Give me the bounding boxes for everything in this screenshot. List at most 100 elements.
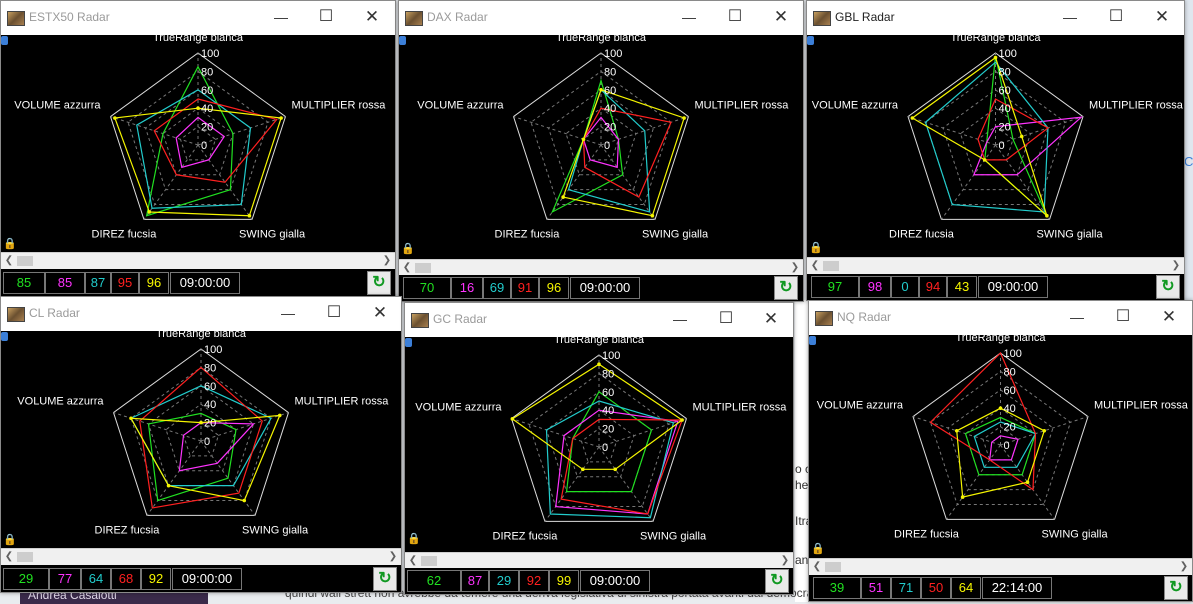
title-bar[interactable]: NQ Radar — ☐ ✕ (809, 301, 1192, 335)
value-cyan: 29 (489, 570, 519, 592)
minimize-icon[interactable]: — (273, 300, 303, 326)
radar-chart: 100 80 60 40 20 0 TrueRange bianca MULTIPLIER r… (417, 35, 789, 240)
title-bar[interactable]: GBL Radar — ☐ ✕ (807, 1, 1184, 35)
value-red: 91 (511, 277, 539, 299)
scroll-right-icon[interactable]: ❯ (777, 553, 793, 569)
horizontal-scrollbar[interactable]: ❮ ❯ (1, 252, 395, 269)
status-bar: 70 16 69 91 96 09:00:00 ↻ (399, 275, 803, 301)
minimize-icon[interactable]: — (266, 4, 296, 30)
refresh-icon[interactable]: ↻ (765, 569, 789, 593)
horizontal-scrollbar[interactable]: ❮ ❯ (807, 257, 1184, 274)
scroll-thumb[interactable] (415, 263, 431, 273)
minimize-icon[interactable]: — (1062, 304, 1092, 330)
value-red: 50 (921, 577, 951, 599)
horizontal-scrollbar[interactable]: ❮ ❯ (405, 552, 793, 569)
refresh-icon[interactable]: ↻ (373, 567, 397, 591)
data-point (613, 467, 618, 472)
refresh-icon[interactable]: ↻ (1164, 576, 1188, 600)
horizontal-scrollbar[interactable]: ❮ ❯ (1, 548, 401, 565)
title-bar[interactable]: GC Radar — ☐ ✕ (405, 303, 793, 337)
scroll-left-icon[interactable]: ❮ (1, 549, 17, 565)
title-bar[interactable]: ESTX50 Radar — ☐ ✕ (1, 1, 395, 35)
scroll-left-icon[interactable]: ❮ (809, 559, 825, 575)
radar-window-gbl[interactable]: GBL Radar — ☐ ✕ 100 80 60 40 20 0 TrueRange bi… (806, 0, 1185, 301)
maximize-icon[interactable]: ☐ (319, 300, 349, 326)
window-title: CL Radar (29, 306, 80, 320)
title-bar[interactable]: DAX Radar — ☐ ✕ (399, 1, 803, 35)
horizontal-scrollbar[interactable]: ❮ ❯ (399, 259, 803, 276)
refresh-icon[interactable]: ↻ (1156, 275, 1180, 299)
axis-spoke (946, 444, 1001, 520)
title-bar[interactable]: CL Radar — ☐ ✕ (1, 297, 401, 331)
maximize-icon[interactable]: ☐ (711, 306, 741, 332)
maximize-icon[interactable]: ☐ (1101, 4, 1131, 30)
close-icon[interactable]: ✕ (766, 4, 796, 30)
axis-label: SWING gialla (1042, 528, 1109, 540)
tick-label: 80 (604, 66, 616, 78)
radar-window-nq[interactable]: NQ Radar — ☐ ✕ 100 80 60 40 20 0 TrueRange bia… (808, 300, 1193, 602)
maximize-icon[interactable]: ☐ (311, 4, 341, 30)
scroll-left-icon[interactable]: ❮ (399, 260, 415, 276)
minimize-icon[interactable]: — (1055, 4, 1085, 30)
minimize-icon[interactable]: — (674, 4, 704, 30)
scroll-thumb[interactable] (823, 261, 839, 271)
scroll-thumb[interactable] (825, 562, 841, 572)
scroll-right-icon[interactable]: ❯ (787, 260, 803, 276)
close-icon[interactable]: ✕ (1147, 4, 1177, 30)
maximize-icon[interactable]: ☐ (1108, 304, 1138, 330)
maximize-icon[interactable]: ☐ (720, 4, 750, 30)
radar-window-estx50[interactable]: ESTX50 Radar — ☐ ✕ 100 80 60 40 20 0 TrueRange… (0, 0, 396, 297)
tick-label: 100 (204, 344, 222, 356)
horizontal-scrollbar[interactable]: ❮ ❯ (809, 558, 1192, 575)
close-icon[interactable]: ✕ (1154, 304, 1184, 330)
scroll-thumb[interactable] (421, 556, 437, 566)
window-title: GBL Radar (835, 10, 895, 24)
axis-label: VOLUME azzurra (417, 100, 504, 112)
minimize-icon[interactable]: — (665, 306, 695, 332)
app-icon (7, 11, 25, 26)
refresh-icon[interactable]: ↻ (367, 271, 391, 295)
radar-window-cl[interactable]: CL Radar — ☐ ✕ 100 80 60 40 20 0 TrueRange bia… (0, 296, 402, 593)
close-icon[interactable]: ✕ (357, 4, 387, 30)
data-point (1019, 134, 1024, 139)
value-yellow: 96 (539, 277, 569, 299)
radar-window-gc[interactable]: GC Radar — ☐ ✕ 100 80 60 40 20 0 TrueRange bia… (404, 302, 794, 595)
value-cyan: 87 (85, 272, 111, 294)
data-point (982, 158, 987, 162)
refresh-icon[interactable]: ↻ (774, 276, 798, 300)
scroll-right-icon[interactable]: ❯ (1168, 258, 1184, 274)
scroll-right-icon[interactable]: ❯ (1176, 559, 1192, 575)
tick-label: 80 (204, 362, 216, 374)
data-point (199, 420, 203, 425)
data-point (277, 413, 282, 418)
axis-label: MULTIPLIER rossa (694, 100, 789, 112)
close-icon[interactable]: ✕ (365, 300, 395, 326)
scroll-thumb[interactable] (17, 256, 33, 266)
window-title: GC Radar (433, 312, 488, 326)
tick-label: 60 (999, 85, 1011, 97)
scroll-thumb[interactable] (17, 552, 33, 562)
radar-chart: 100 80 60 40 20 0 TrueRange bianca MULTIPLIER r… (817, 335, 1189, 540)
axis-label: TrueRange bianca (955, 335, 1046, 344)
scroll-left-icon[interactable]: ❮ (1, 253, 17, 269)
scroll-left-icon[interactable]: ❮ (405, 553, 421, 569)
data-point (196, 106, 200, 110)
window-title: NQ Radar (837, 310, 892, 324)
axis-spoke (511, 418, 600, 448)
background-fragment: an (795, 553, 809, 567)
close-icon[interactable]: ✕ (756, 306, 786, 332)
axis-label: MULTIPLIER rossa (291, 100, 386, 112)
tick-label: 100 (602, 350, 620, 362)
axis-label: TrueRange bianca (554, 337, 645, 346)
radar-window-dax[interactable]: DAX Radar — ☐ ✕ 100 80 60 40 20 0 TrueRange bi… (398, 0, 804, 302)
tick-label: 40 (201, 103, 213, 115)
tick-label: 0 (604, 140, 610, 152)
axis-label: SWING gialla (239, 228, 306, 240)
value-magenta: 16 (451, 277, 483, 299)
data-point (998, 406, 1003, 410)
status-bar: 62 87 29 92 99 09:00:00 ↻ (405, 568, 793, 594)
scroll-right-icon[interactable]: ❯ (385, 549, 401, 565)
scroll-left-icon[interactable]: ❮ (807, 258, 823, 274)
scroll-right-icon[interactable]: ❯ (379, 253, 395, 269)
data-point (1042, 428, 1047, 433)
